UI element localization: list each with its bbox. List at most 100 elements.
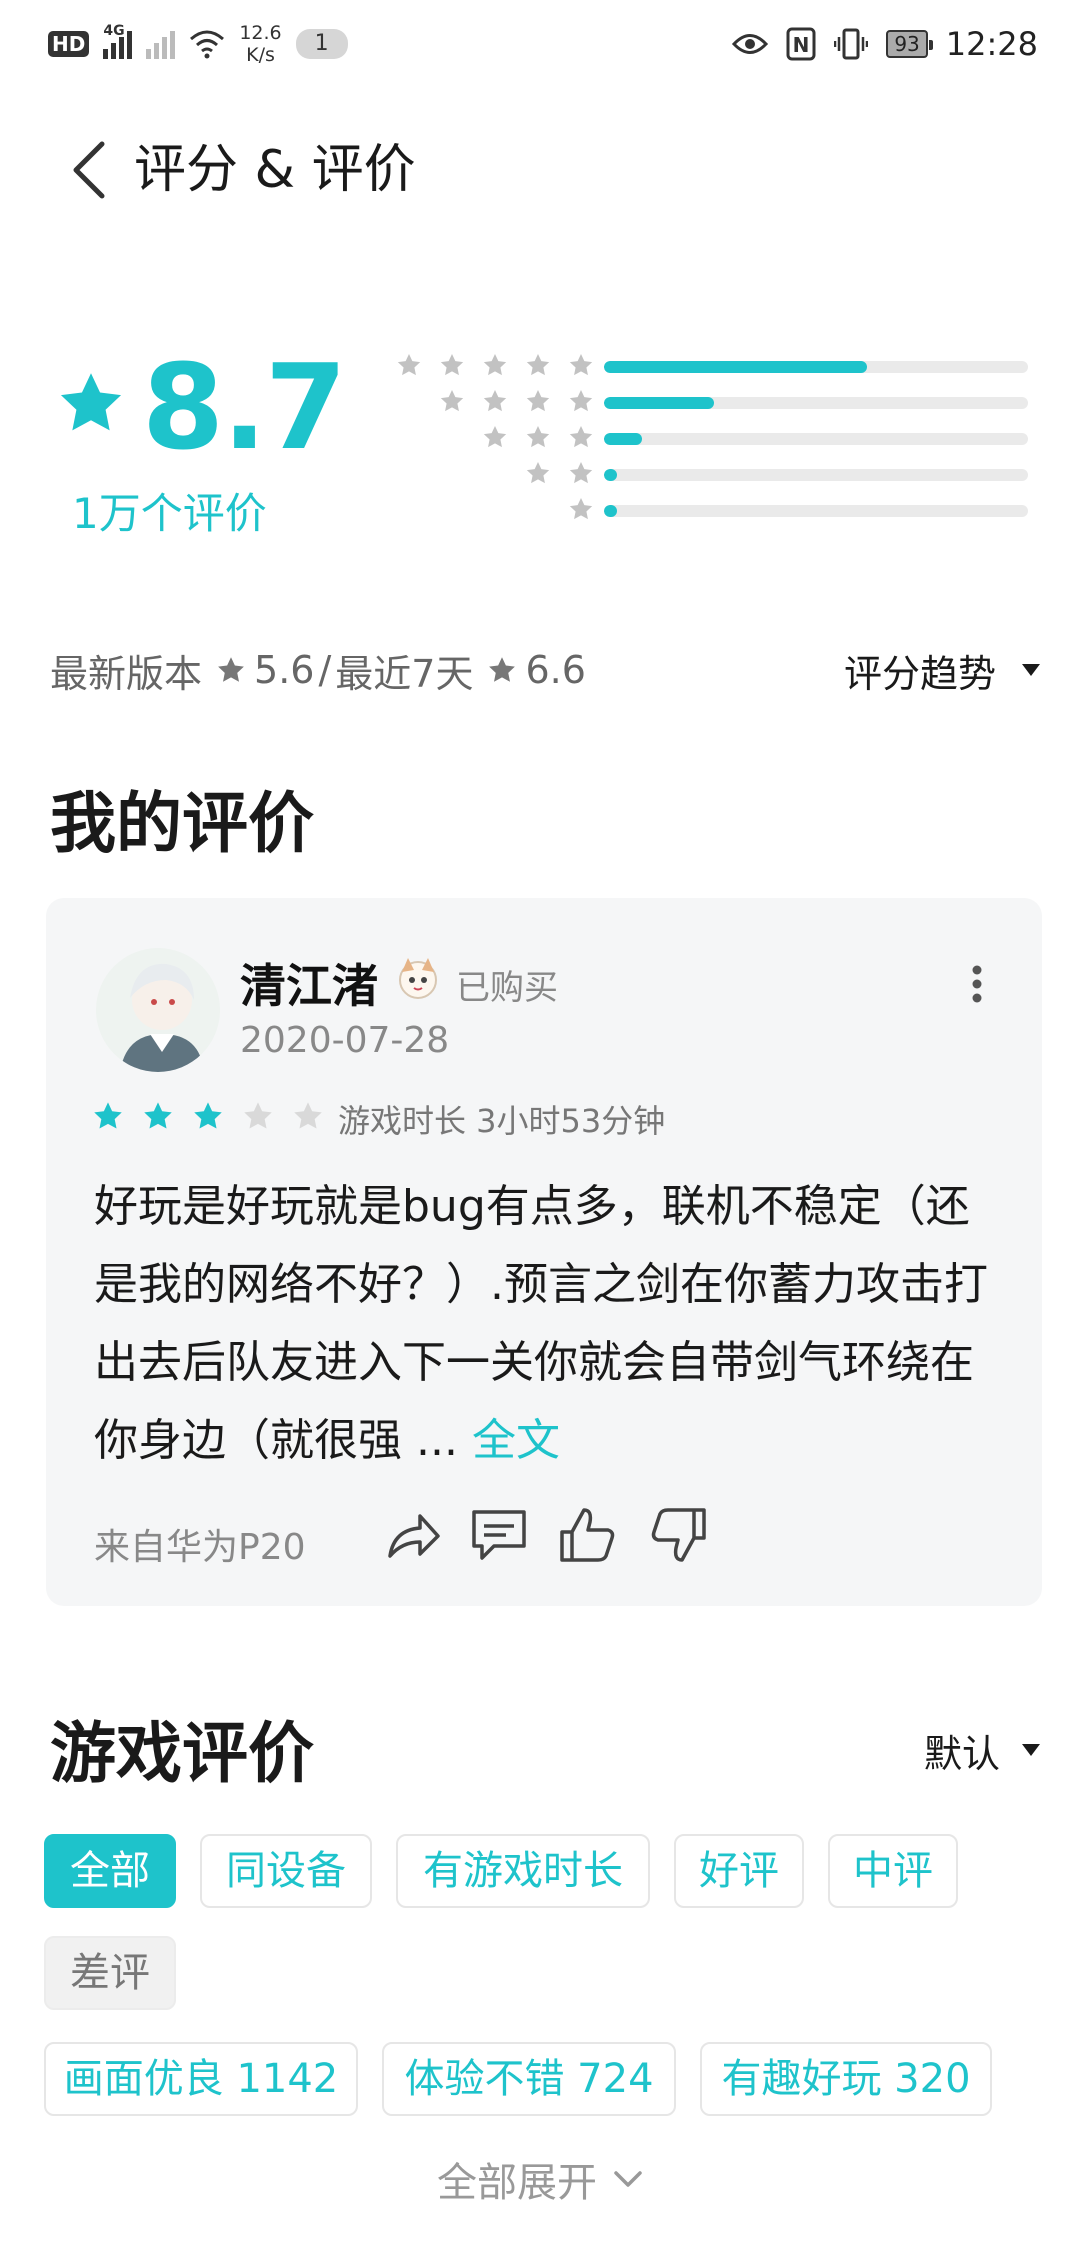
star-icon bbox=[568, 388, 594, 414]
read-more-link[interactable]: 全文 bbox=[472, 1415, 560, 1466]
game-reviews-title: 游戏评价 bbox=[50, 1715, 314, 1792]
rating-trend-label: 评分趋势 bbox=[843, 651, 996, 696]
svg-text:N: N bbox=[793, 33, 810, 57]
star-icon bbox=[568, 424, 594, 450]
thumbs-up-icon[interactable] bbox=[556, 1504, 618, 1566]
expand-all-button[interactable]: 全部展开 bbox=[0, 2150, 1080, 2208]
star-icon bbox=[525, 460, 551, 486]
latest-version-score: 5.6 bbox=[254, 648, 315, 692]
distribution-bar-fill bbox=[604, 361, 867, 373]
vibrate-icon bbox=[834, 28, 869, 60]
separator: / bbox=[318, 648, 332, 692]
nfc-icon: N bbox=[786, 27, 816, 61]
hd-icon: HD bbox=[48, 31, 90, 57]
star-icon bbox=[396, 352, 422, 378]
distribution-bar-track bbox=[604, 505, 1028, 517]
distribution-row-1 bbox=[386, 492, 1030, 528]
tag-graphics[interactable]: 画面优良 1142 bbox=[44, 2042, 358, 2116]
caret-down-icon bbox=[1022, 664, 1040, 676]
sort-dropdown[interactable]: 默认 bbox=[924, 1720, 1040, 1780]
star-icon bbox=[568, 352, 594, 378]
star-icon bbox=[525, 424, 551, 450]
caret-down-icon bbox=[1022, 1744, 1040, 1756]
my-review-title: 我的评价 bbox=[50, 785, 314, 862]
rating-trend-dropdown[interactable]: 评分趋势 bbox=[844, 640, 1040, 700]
user-badge-icon bbox=[399, 958, 437, 999]
star-icon bbox=[216, 655, 246, 685]
distribution-bar-track bbox=[604, 397, 1028, 409]
score-star-icon bbox=[56, 368, 126, 438]
distribution-bar-track bbox=[604, 361, 1028, 373]
purchased-tag: 已购买 bbox=[456, 968, 558, 1008]
share-icon[interactable] bbox=[382, 1504, 444, 1566]
distribution-row-3 bbox=[386, 420, 1030, 456]
wifi-icon bbox=[190, 30, 225, 59]
filter-has-playtime[interactable]: 有游戏时长 bbox=[396, 1834, 650, 1908]
rating-summary: 8.7 1万个评价 bbox=[0, 340, 1080, 540]
star-icon bbox=[487, 655, 517, 685]
star-icon bbox=[482, 352, 508, 378]
filter-negative[interactable]: 差评 bbox=[44, 1936, 176, 2010]
page-title: 评分 & 评价 bbox=[134, 140, 416, 200]
my-rating-stars bbox=[92, 1100, 324, 1132]
battery-icon: 93 bbox=[886, 30, 934, 58]
back-arrow-icon[interactable] bbox=[62, 138, 118, 202]
star-icon bbox=[525, 352, 551, 378]
app-header: 评分 & 评价 bbox=[0, 130, 1080, 210]
notification-count-badge: 1 bbox=[295, 29, 348, 59]
cellular-signal-icon: 4G bbox=[103, 23, 133, 59]
review-date: 2020-07-28 bbox=[240, 1020, 450, 1061]
device-label: 来自华为P20 bbox=[94, 1527, 306, 1568]
distribution-stars bbox=[396, 352, 594, 378]
star-empty-icon bbox=[292, 1100, 324, 1132]
chevron-down-icon bbox=[614, 2171, 642, 2187]
distribution-stars bbox=[439, 388, 594, 414]
distribution-row-2 bbox=[386, 456, 1030, 492]
filter-positive[interactable]: 好评 bbox=[674, 1834, 804, 1908]
recent-score: 6.6 bbox=[525, 648, 586, 692]
comment-icon[interactable] bbox=[468, 1504, 530, 1566]
rating-count: 1万个评价 bbox=[72, 489, 267, 538]
network-speed: 12.6 K/s bbox=[239, 22, 282, 66]
distribution-bar-fill bbox=[604, 397, 715, 409]
average-score: 8.7 bbox=[142, 338, 347, 476]
distribution-stars bbox=[525, 460, 594, 486]
expand-all-label: 全部展开 bbox=[437, 2160, 597, 2206]
status-bar: HD 4G 12.6 K/s 1 N 93 12:28 bbox=[0, 0, 1080, 88]
review-text: 好玩是好玩就是bug有点多，联机不稳定（还是我的网络不好？）.预言之剑在你蓄力攻… bbox=[94, 1168, 994, 1480]
thumbs-down-icon[interactable] bbox=[648, 1504, 710, 1566]
latest-version-label: 最新版本 bbox=[50, 651, 203, 696]
rating-distribution bbox=[386, 348, 1030, 528]
tag-fun[interactable]: 有趣好玩 320 bbox=[700, 2042, 992, 2116]
star-icon bbox=[482, 388, 508, 414]
distribution-stars bbox=[568, 496, 594, 522]
tag-experience[interactable]: 体验不错 724 bbox=[382, 2042, 676, 2116]
star-icon bbox=[439, 388, 465, 414]
star-icon bbox=[568, 460, 594, 486]
star-empty-icon bbox=[242, 1100, 274, 1132]
clock: 12:28 bbox=[945, 25, 1038, 63]
star-icon bbox=[439, 352, 465, 378]
distribution-row-4 bbox=[386, 384, 1030, 420]
star-icon bbox=[568, 496, 594, 522]
filter-all[interactable]: 全部 bbox=[44, 1834, 176, 1908]
network-type-label: 4G bbox=[103, 23, 125, 39]
cellular-signal-2-icon bbox=[146, 29, 176, 59]
star-icon bbox=[525, 388, 551, 414]
distribution-stars bbox=[482, 424, 594, 450]
filter-neutral[interactable]: 中评 bbox=[828, 1834, 958, 1908]
star-filled-icon bbox=[92, 1100, 124, 1132]
avatar[interactable] bbox=[96, 948, 220, 1072]
distribution-bar-fill bbox=[604, 433, 643, 445]
recent-label: 最近7天 bbox=[335, 651, 474, 696]
star-filled-icon bbox=[142, 1100, 174, 1132]
sort-label: 默认 bbox=[923, 1731, 1000, 1776]
star-filled-icon bbox=[192, 1100, 224, 1132]
star-icon bbox=[482, 424, 508, 450]
more-options-icon[interactable] bbox=[970, 964, 984, 1004]
distribution-bar-track bbox=[604, 469, 1028, 481]
distribution-bar-fill bbox=[604, 469, 617, 481]
username: 清江渚 bbox=[240, 959, 378, 1013]
filter-same-device[interactable]: 同设备 bbox=[200, 1834, 372, 1908]
playtime: 游戏时长 3小时53分钟 bbox=[338, 1102, 666, 1140]
